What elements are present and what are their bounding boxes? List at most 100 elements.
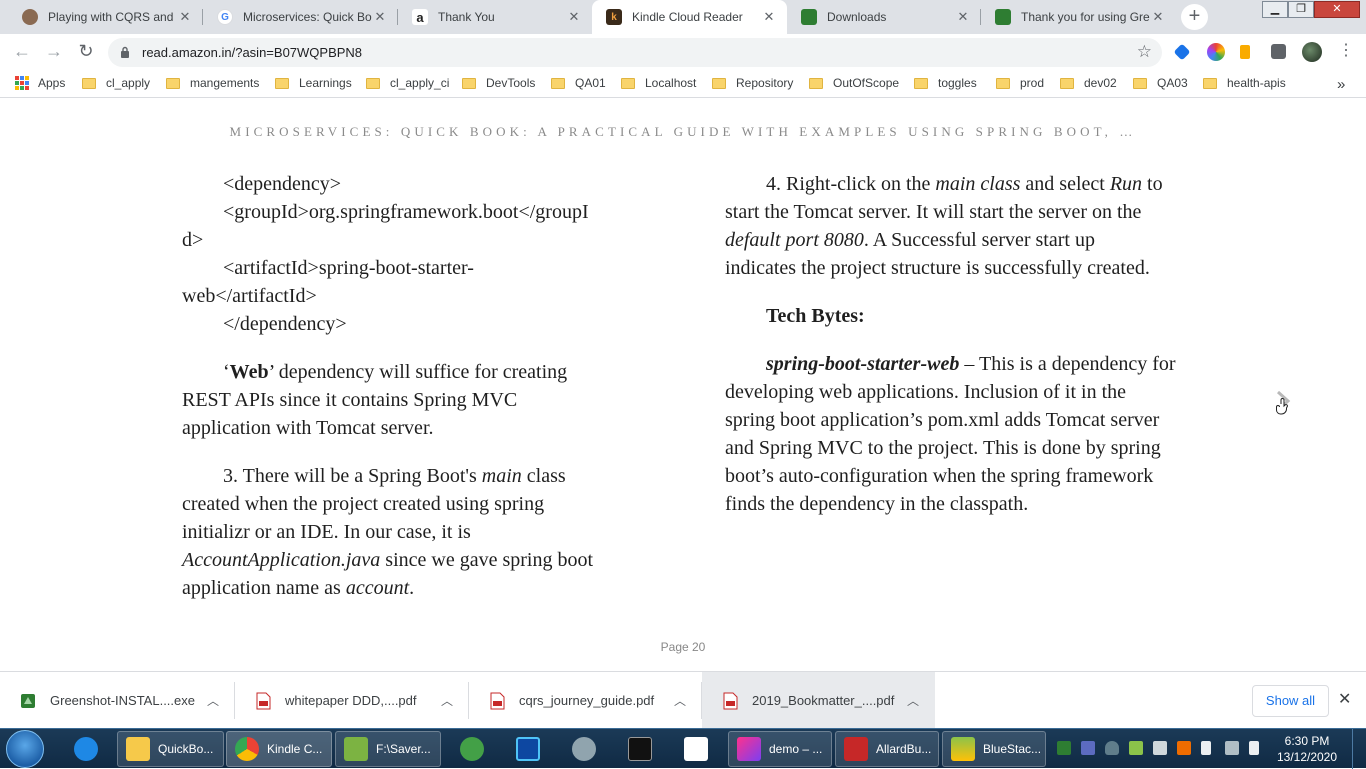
google-icon: G: [217, 9, 233, 25]
bold-text: Web: [229, 361, 269, 383]
next-page-arrow-icon[interactable]: [1270, 388, 1296, 418]
kindle-reader: MICROSERVICES: QUICK BOOK: A PRACTICAL G…: [0, 98, 1366, 671]
taskbar-item[interactable]: demo – ...: [728, 731, 832, 767]
reload-button[interactable]: ↻: [75, 41, 97, 63]
bookmark-folder[interactable]: mangements: [166, 76, 259, 90]
bookmark-label: Localhost: [645, 76, 697, 90]
bookmark-folder[interactable]: toggles: [914, 76, 977, 90]
window-close-button[interactable]: ✕: [1314, 1, 1360, 18]
bookmark-label: cl_apply_ci: [390, 76, 450, 90]
bookmark-apps[interactable]: Apps: [15, 76, 65, 90]
bookmark-label: QA03: [1157, 76, 1188, 90]
download-item[interactable]: cqrs_journey_guide.pdf ︿: [469, 672, 702, 729]
download-item[interactable]: whitepaper DDD,....pdf ︿: [235, 672, 469, 729]
close-icon[interactable]: ✕: [372, 9, 388, 25]
bookmark-label: dev02: [1084, 76, 1117, 90]
tab-thank-you[interactable]: a Thank You ✕: [398, 0, 592, 34]
bookmark-folder[interactable]: QA03: [1133, 76, 1188, 90]
tag-extension-icon[interactable]: [1240, 45, 1250, 59]
paragraph-run-server: 4. Right-click on the main class and sel…: [725, 170, 1165, 282]
url-text: read.amazon.in/?asin=B07WQPBPN8: [142, 45, 363, 60]
book-title: MICROSERVICES: QUICK BOOK: A PRACTICAL G…: [229, 124, 1137, 139]
italic-text: account: [345, 577, 410, 599]
pinned-app[interactable]: [676, 731, 712, 767]
taskbar-item[interactable]: BlueStac...: [942, 731, 1046, 767]
tray-speaker-icon[interactable]: [1249, 741, 1259, 755]
bookmark-folder[interactable]: dev02: [1060, 76, 1117, 90]
folder-icon: [166, 77, 180, 89]
pinned-app[interactable]: [564, 731, 600, 767]
pinned-app[interactable]: [508, 731, 544, 767]
tab-kindle-cloud-reader[interactable]: k Kindle Cloud Reader ✕: [592, 0, 787, 34]
chevron-up-icon[interactable]: ︿: [201, 692, 225, 709]
italic-text: default port 8080: [725, 229, 864, 251]
close-icon[interactable]: ✕: [177, 9, 193, 25]
folder-icon: [1203, 77, 1217, 89]
back-button[interactable]: ←: [11, 41, 33, 63]
close-icon[interactable]: ✕: [955, 9, 971, 25]
bookmark-folder[interactable]: prod: [996, 76, 1044, 90]
close-shelf-icon[interactable]: ✕: [1338, 689, 1351, 709]
bookmark-folder[interactable]: health-apis: [1203, 76, 1286, 90]
close-icon[interactable]: ✕: [1150, 9, 1166, 25]
chevron-up-icon[interactable]: ︿: [435, 692, 459, 709]
folder-icon: [275, 77, 289, 89]
tab-downloads[interactable]: Downloads ✕: [787, 0, 981, 34]
pdf-file-icon: [723, 692, 738, 709]
close-icon[interactable]: ✕: [761, 9, 777, 25]
profile-avatar[interactable]: [1302, 42, 1322, 62]
pinned-app[interactable]: [620, 731, 656, 767]
tray-app-icon[interactable]: [1081, 741, 1095, 755]
tab-greenshot[interactable]: Thank you for using Gre ✕: [981, 0, 1176, 34]
more-bookmarks-button[interactable]: »: [1337, 76, 1345, 93]
forward-button[interactable]: →: [43, 41, 65, 63]
tray-volume-icon[interactable]: [1177, 741, 1191, 755]
download-filename: Greenshot-INSTAL....exe: [50, 693, 195, 708]
avatar-icon: [22, 9, 38, 25]
tray-network-icon[interactable]: [1153, 741, 1167, 755]
pinned-app[interactable]: [66, 731, 106, 767]
maximize-button[interactable]: ❐: [1288, 1, 1314, 18]
extensions-puzzle-icon[interactable]: [1271, 44, 1286, 59]
tray-greenshot-icon[interactable]: [1057, 741, 1071, 755]
bookmark-folder[interactable]: Localhost: [621, 76, 696, 90]
bookmark-folder[interactable]: DevTools: [462, 76, 535, 90]
tray-flag-icon[interactable]: [1201, 741, 1211, 755]
bookmark-folder[interactable]: cl_apply_ci: [366, 76, 449, 90]
taskbar-item[interactable]: AllardBu...: [835, 731, 939, 767]
system-clock[interactable]: 6:30 PM 13/12/2020: [1272, 733, 1342, 765]
bookmark-folder[interactable]: QA01: [551, 76, 606, 90]
tray-bluestacks-icon[interactable]: [1129, 741, 1143, 755]
calculator-icon: [684, 737, 708, 761]
bookmark-star-icon[interactable]: ☆: [1137, 42, 1152, 62]
address-bar[interactable]: read.amazon.in/?asin=B07WQPBPN8 ☆: [108, 38, 1162, 67]
show-all-button[interactable]: Show all: [1252, 685, 1329, 717]
minimize-button[interactable]: ▁: [1262, 1, 1288, 18]
text-span: .: [409, 577, 415, 599]
download-filename: whitepaper DDD,....pdf: [285, 693, 417, 708]
tab-microservices[interactable]: G Microservices: Quick Boo ✕: [203, 0, 398, 34]
taskbar-item[interactable]: Kindle C...: [226, 731, 332, 767]
bookmark-folder[interactable]: cl_apply: [82, 76, 150, 90]
bookmark-folder[interactable]: OutOfScope: [809, 76, 899, 90]
download-item[interactable]: 2019_Bookmatter_....pdf ︿: [702, 672, 935, 729]
new-tab-button[interactable]: +: [1181, 4, 1208, 30]
chevron-up-icon[interactable]: ︿: [901, 692, 925, 709]
close-icon[interactable]: ✕: [566, 9, 582, 25]
tray-monitor-icon[interactable]: [1225, 741, 1239, 755]
color-extension-icon[interactable]: [1207, 43, 1225, 61]
tab-cqrs[interactable]: Playing with CQRS and E ✕: [8, 0, 203, 34]
pinned-app[interactable]: [452, 731, 488, 767]
taskbar-item[interactable]: QuickBo...: [117, 731, 224, 767]
start-button[interactable]: [6, 730, 44, 768]
show-desktop-button[interactable]: [1352, 729, 1366, 769]
bookmark-folder[interactable]: Learnings: [275, 76, 352, 90]
download-item[interactable]: Greenshot-INSTAL....exe ︿: [0, 672, 235, 729]
tab-strip: Playing with CQRS and E ✕ G Microservice…: [0, 0, 1366, 34]
bookmark-folder[interactable]: Repository: [712, 76, 793, 90]
taskbar-item[interactable]: F:\Saver...: [335, 731, 441, 767]
tray-shield-icon[interactable]: [1105, 741, 1119, 755]
chevron-up-icon[interactable]: ︿: [668, 692, 692, 709]
menu-kebab-icon[interactable]: ⋮: [1335, 41, 1357, 63]
pen-extension-icon[interactable]: [1173, 43, 1191, 61]
